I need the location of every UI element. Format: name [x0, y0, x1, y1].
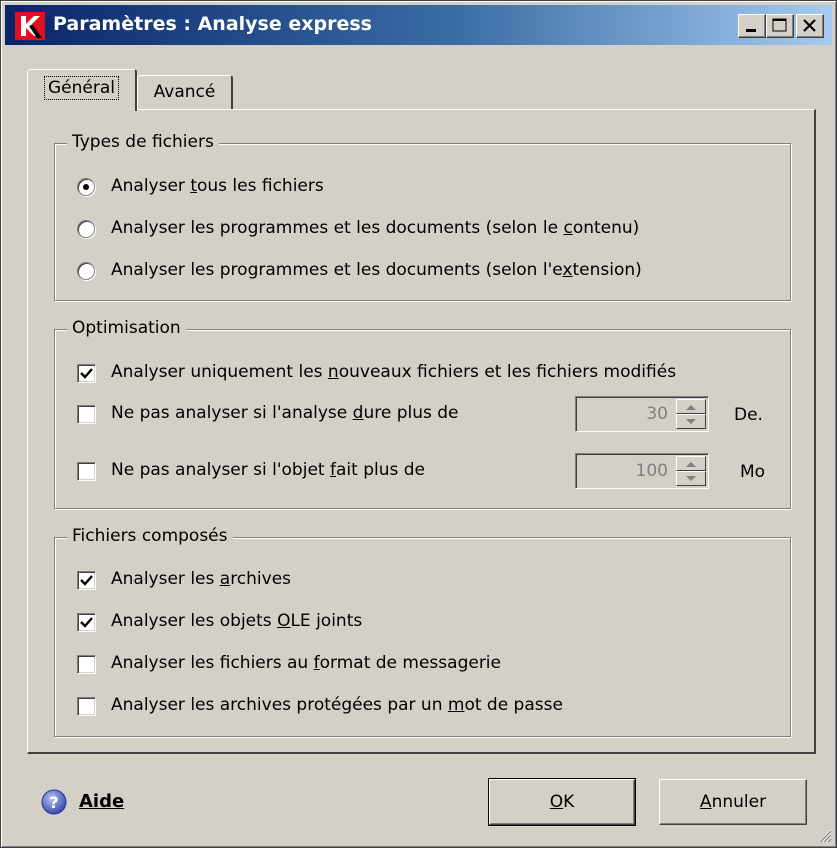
dialog-window: Paramètres : Analyse express Général Ava… — [0, 0, 837, 848]
window-title: Paramètres : Analyse express — [53, 13, 372, 35]
cancel-button[interactable]: Annuler — [659, 779, 807, 825]
size-spin-up[interactable] — [676, 456, 706, 471]
radio-all-files-label: Analyser tous les fichiers — [111, 176, 324, 196]
size-spin-down[interactable] — [676, 471, 706, 486]
checkmark-icon — [80, 617, 93, 628]
checkbox[interactable] — [77, 462, 96, 481]
resize-grip-icon[interactable] — [816, 827, 832, 843]
check-archives-label: Analyser les archives — [111, 569, 292, 589]
file-types-title: Types de fichiers — [67, 132, 219, 152]
title-bar[interactable]: Paramètres : Analyse express — [5, 5, 832, 45]
close-button[interactable] — [796, 14, 824, 38]
checkmark-icon — [80, 368, 93, 379]
maximize-button[interactable] — [766, 14, 794, 38]
size-spinbox[interactable]: 100 — [575, 453, 709, 489]
radio-button[interactable] — [77, 220, 95, 238]
kaspersky-k-icon — [15, 12, 45, 40]
radio-by-content-label: Analyser les programmes et les documents… — [111, 218, 640, 238]
checkbox[interactable] — [77, 405, 96, 424]
check-password-label: Analyser les archives protégées par un m… — [111, 695, 563, 715]
duration-spin-up[interactable] — [676, 399, 706, 414]
svg-text:?: ? — [49, 793, 58, 812]
radio-button[interactable] — [77, 178, 95, 196]
ok-button[interactable]: OK — [488, 778, 636, 826]
maximize-icon — [772, 18, 787, 32]
compound-files-title: Fichiers composés — [67, 526, 233, 546]
duration-value: 30 — [646, 404, 668, 424]
file-types-group: Types de fichiers Analyser tous les fich… — [54, 132, 791, 301]
check-mail-label: Analyser les fichiers au format de messa… — [111, 653, 501, 673]
tab-advanced-label: Avancé — [153, 82, 216, 102]
check-only-new-label: Analyser uniquement les nouveaux fichier… — [111, 362, 677, 382]
optimisation-group: Optimisation Analyser uniquement les nou… — [54, 318, 791, 509]
check-size-label: Ne pas analyser si l'objet fait plus de — [111, 460, 425, 480]
ok-button-label: OK — [549, 792, 575, 812]
help-icon[interactable]: ? — [41, 789, 67, 815]
tab-general[interactable]: Général — [27, 69, 137, 111]
minimize-icon — [746, 29, 756, 32]
compound-files-group: Fichiers composés Analyser les archives … — [54, 526, 791, 737]
tab-panel-general: Types de fichiers Analyser tous les fich… — [27, 109, 816, 754]
close-icon — [803, 19, 816, 32]
radio-button[interactable] — [77, 262, 95, 280]
duration-spinbox[interactable]: 30 — [575, 396, 709, 432]
optimisation-title: Optimisation — [67, 318, 186, 338]
tab-general-label: Général — [44, 76, 119, 100]
size-unit: Mo — [740, 462, 766, 482]
radio-by-extension-label: Analyser les programmes et les documents… — [111, 260, 642, 280]
check-ole-label: Analyser les objets OLE joints — [111, 611, 363, 631]
arrow-down-icon — [686, 476, 696, 481]
checkmark-icon — [80, 575, 93, 586]
arrow-down-icon — [686, 419, 696, 424]
checkbox[interactable] — [77, 655, 96, 674]
checkbox[interactable] — [77, 364, 96, 383]
checkbox[interactable] — [77, 571, 96, 590]
minimize-button[interactable] — [738, 14, 766, 38]
cancel-button-label: Annuler — [699, 792, 767, 812]
duration-spin-down[interactable] — [676, 414, 706, 429]
help-link[interactable]: Aide — [79, 791, 124, 812]
size-value: 100 — [635, 461, 668, 481]
check-duration-label: Ne pas analyser si l'analyse dure plus d… — [111, 403, 459, 423]
arrow-up-icon — [686, 462, 696, 467]
arrow-up-icon — [686, 405, 696, 410]
checkbox[interactable] — [77, 697, 96, 716]
checkbox[interactable] — [77, 613, 96, 632]
tab-advanced[interactable]: Avancé — [137, 75, 233, 109]
duration-unit: De. — [734, 405, 763, 425]
